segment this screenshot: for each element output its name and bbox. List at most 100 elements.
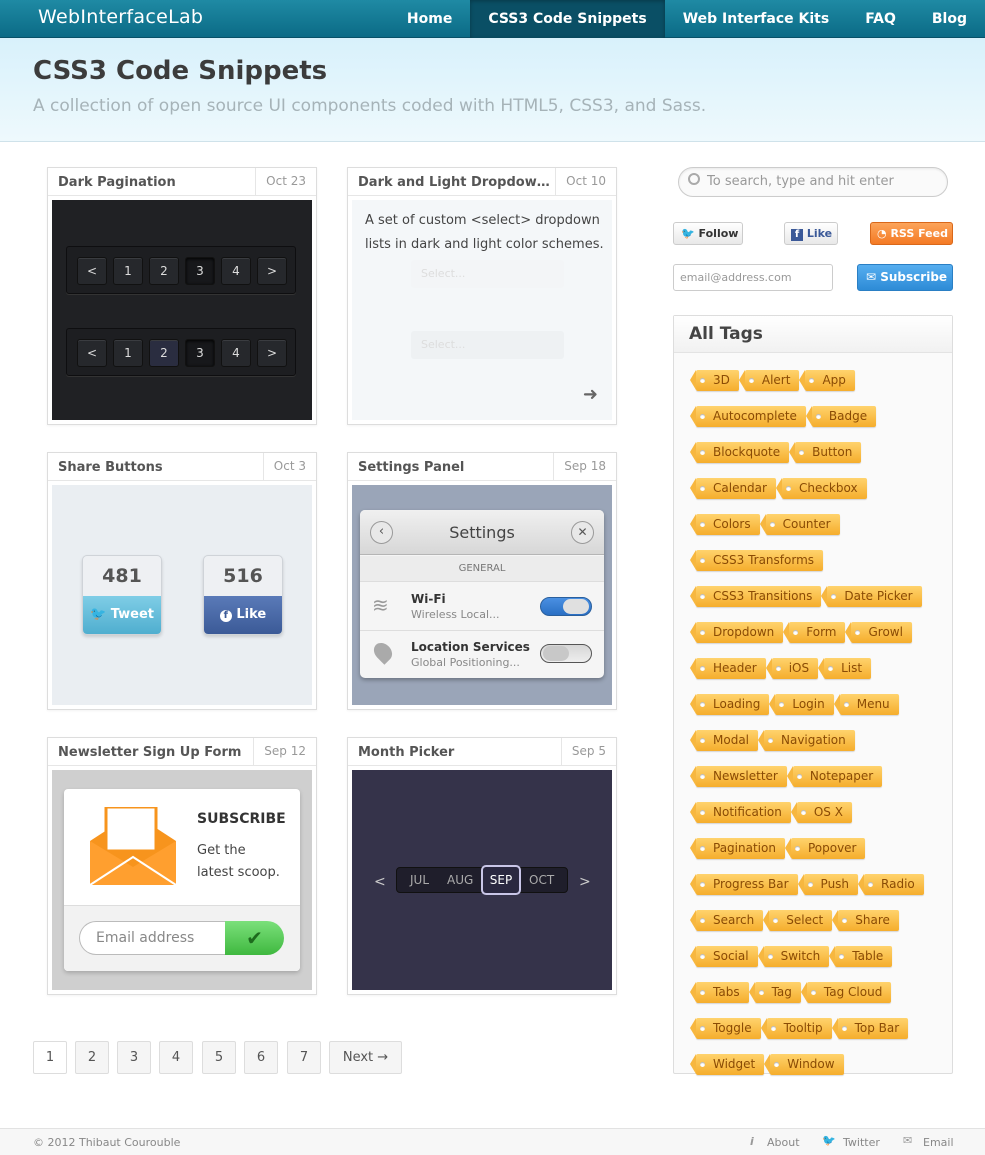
tag-checkbox[interactable]: Checkbox [775, 478, 867, 499]
tag-popover[interactable]: Popover [784, 838, 866, 859]
tag-newsletter[interactable]: Newsletter [690, 766, 787, 787]
tag-header[interactable]: Header [690, 658, 766, 679]
close-icon[interactable]: ✕ [571, 521, 594, 544]
tag-calendar[interactable]: Calendar [690, 478, 776, 499]
light-select[interactable]: Select... [411, 260, 564, 288]
location-toggle[interactable] [540, 644, 592, 663]
tag-menu[interactable]: Menu [833, 694, 899, 715]
facebook-like-button[interactable]: f Like [784, 222, 838, 245]
card-newsletter-signup[interactable]: Newsletter Sign Up Form Sep 12 SUBSCRIBE… [47, 737, 317, 995]
tag-colors[interactable]: Colors [690, 514, 760, 535]
tag-alert[interactable]: Alert [738, 370, 800, 391]
tag-login[interactable]: Login [769, 694, 834, 715]
tag-search[interactable]: Search [689, 910, 764, 931]
card-title[interactable]: Settings Panel [358, 460, 553, 475]
tag-switch[interactable]: Switch [757, 946, 830, 967]
footer-twitter-link[interactable]: Twitter [843, 1136, 880, 1149]
month-item[interactable]: JUL [410, 873, 429, 887]
month-item[interactable]: AUG [447, 873, 473, 887]
tag-counter[interactable]: Counter [759, 514, 840, 535]
arrow-right-icon[interactable]: ➜ [583, 384, 598, 405]
page-3[interactable]: 3 [185, 339, 215, 367]
tag-widget[interactable]: Widget [689, 1054, 765, 1075]
pagination-page-6[interactable]: 6 [244, 1041, 278, 1074]
twitter-follow-button[interactable]: 🐦 Follow [673, 222, 743, 245]
tag-push[interactable]: Push [797, 874, 859, 895]
like-button[interactable]: f Like [204, 596, 282, 634]
tag-growl[interactable]: Growl [845, 622, 912, 643]
tag-form[interactable]: Form [783, 622, 846, 643]
tag-tabs[interactable]: Tabs [690, 982, 749, 1003]
tag-pagination[interactable]: Pagination [690, 838, 785, 859]
tag-notification[interactable]: Notification [690, 802, 791, 823]
tag-window[interactable]: Window [764, 1054, 844, 1075]
nav-faq[interactable]: FAQ [847, 0, 914, 38]
tag-navigation[interactable]: Navigation [758, 730, 855, 751]
tag-progress-bar[interactable]: Progress Bar [690, 874, 798, 895]
card-preview[interactable]: ‹ Settings ✕ GENERAL ≋ Wi-Fi Wireless Lo… [352, 485, 612, 705]
page-1[interactable]: 1 [113, 257, 143, 285]
tag-os-x[interactable]: OS X [790, 802, 852, 823]
card-title[interactable]: Dark and Light Dropdown Lists [358, 175, 553, 190]
nav-css3-code-snippets[interactable]: CSS3 Code Snippets [470, 0, 665, 38]
page-1[interactable]: 1 [113, 339, 143, 367]
nav-blog[interactable]: Blog [914, 0, 985, 38]
card-share-buttons[interactable]: Share Buttons Oct 3 481 🐦 Tweet 516 f Li… [47, 452, 317, 710]
tag-autocomplete[interactable]: Autocomplete [690, 406, 806, 427]
month-item-selected[interactable]: SEP [481, 865, 521, 895]
pagination-page-3[interactable]: 3 [117, 1041, 151, 1074]
page-prev[interactable]: < [77, 257, 107, 285]
page-next[interactable]: > [257, 339, 287, 367]
pagination-page-7[interactable]: 7 [287, 1041, 321, 1074]
card-month-picker[interactable]: Month Picker Sep 5 < JUL AUG SEP OCT > [347, 737, 617, 995]
tag-badge[interactable]: Badge [805, 406, 877, 427]
card-dropdown-lists[interactable]: Dark and Light Dropdown Lists Oct 10 A s… [347, 167, 617, 425]
pagination-page-1[interactable]: 1 [33, 1041, 67, 1074]
month-prev-icon[interactable]: < [374, 874, 386, 890]
page-4[interactable]: 4 [221, 339, 251, 367]
rss-feed-button[interactable]: ◔ RSS Feed [870, 222, 953, 245]
tag-tooltip[interactable]: Tooltip [760, 1018, 832, 1039]
card-title[interactable]: Month Picker [358, 745, 553, 760]
page-prev[interactable]: < [77, 339, 107, 367]
tag-app[interactable]: App [799, 370, 855, 391]
footer-email-link[interactable]: Email [923, 1136, 954, 1149]
tag-css3-transforms[interactable]: CSS3 Transforms [689, 550, 824, 571]
tag-css3-transitions[interactable]: CSS3 Transitions [689, 586, 822, 607]
newsletter-submit-checkmark-icon[interactable]: ✔ [225, 921, 284, 955]
tag-loading[interactable]: Loading [689, 694, 770, 715]
card-preview[interactable]: < JUL AUG SEP OCT > [352, 770, 612, 990]
pagination-page-2[interactable]: 2 [75, 1041, 109, 1074]
footer-about-link[interactable]: About [767, 1136, 800, 1149]
settings-row-location[interactable]: Location Services Global Positioning... [360, 632, 604, 678]
month-item[interactable]: OCT [529, 873, 554, 887]
page-next[interactable]: > [257, 257, 287, 285]
tag-select[interactable]: Select [763, 910, 833, 931]
card-title[interactable]: Share Buttons [58, 460, 253, 475]
tag-button[interactable]: Button [789, 442, 862, 463]
nav-web-interface-kits[interactable]: Web Interface Kits [665, 0, 847, 38]
tag-ios[interactable]: iOS [765, 658, 819, 679]
site-logo[interactable]: WebInterfaceLab [38, 6, 203, 28]
card-dark-pagination[interactable]: Dark Pagination Oct 23 < 1 2 3 4 > < 1 2… [47, 167, 317, 425]
settings-row-wifi[interactable]: ≋ Wi-Fi Wireless Local... [360, 583, 604, 631]
nav-home[interactable]: Home [389, 0, 470, 38]
newsletter-email-input[interactable]: Email address [79, 921, 225, 955]
tag-blockquote[interactable]: Blockquote [689, 442, 790, 463]
like-share-box[interactable]: 516 f Like [203, 555, 283, 635]
light-select[interactable]: Select... [411, 331, 564, 359]
tag-date-picker[interactable]: Date Picker [821, 586, 922, 607]
pagination-page-5[interactable]: 5 [202, 1041, 236, 1074]
tweet-button[interactable]: 🐦 Tweet [83, 596, 161, 634]
tag-top-bar[interactable]: Top Bar [831, 1018, 909, 1039]
tag-notepaper[interactable]: Notepaper [786, 766, 883, 787]
tag-toggle[interactable]: Toggle [690, 1018, 761, 1039]
tag-dropdown[interactable]: Dropdown [689, 622, 784, 643]
pagination-next[interactable]: Next → [329, 1041, 402, 1074]
tag-tag-cloud[interactable]: Tag Cloud [800, 982, 892, 1003]
page-4[interactable]: 4 [221, 257, 251, 285]
pagination-page-4[interactable]: 4 [159, 1041, 193, 1074]
tag-share[interactable]: Share [832, 910, 899, 931]
tag-radio[interactable]: Radio [858, 874, 924, 895]
month-next-icon[interactable]: > [579, 874, 591, 890]
